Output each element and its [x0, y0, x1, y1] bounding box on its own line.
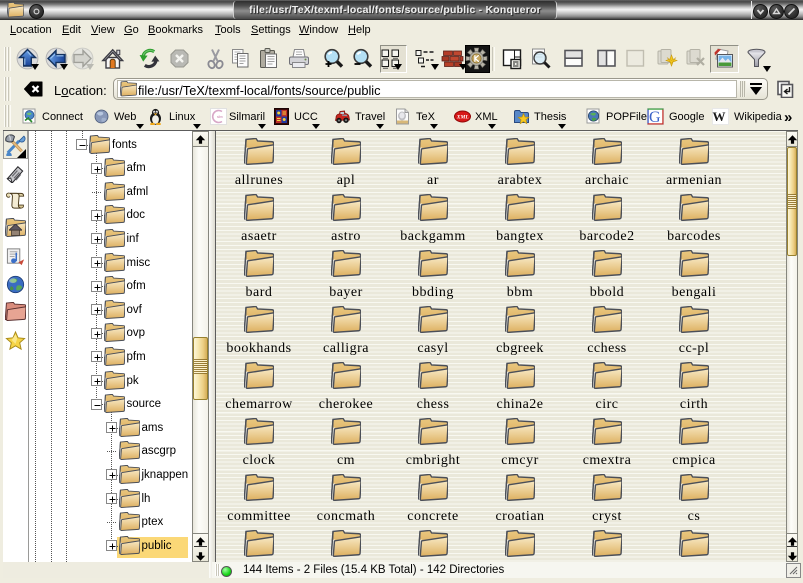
- svg-text:G: G: [649, 109, 661, 125]
- svg-text:W: W: [713, 109, 726, 124]
- svg-text:XML: XML: [456, 115, 470, 121]
- svg-text:silm: silm: [217, 115, 223, 119]
